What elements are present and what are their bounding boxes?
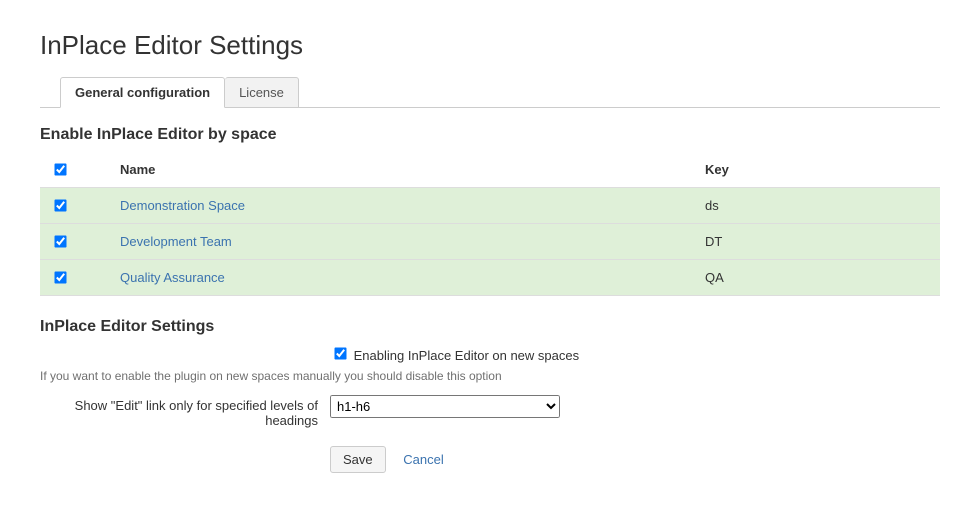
tab-license[interactable]: License — [225, 77, 299, 108]
section-heading-spaces: Enable InPlace Editor by space — [40, 126, 940, 144]
space-name[interactable]: Development Team — [110, 224, 695, 260]
space-key: ds — [695, 188, 940, 224]
column-header-name: Name — [110, 152, 695, 188]
spaces-table: Name Key Demonstration Space ds Developm… — [40, 152, 940, 296]
enable-new-spaces-label[interactable]: Enabling InPlace Editor on new spaces — [354, 348, 579, 363]
cancel-link[interactable]: Cancel — [403, 452, 443, 467]
tab-general-configuration[interactable]: General configuration — [60, 77, 225, 108]
table-row: Demonstration Space ds — [40, 188, 940, 224]
heading-levels-select[interactable]: h1-h6 — [330, 395, 560, 418]
space-checkbox[interactable] — [54, 271, 66, 283]
space-key: QA — [695, 260, 940, 296]
space-name[interactable]: Demonstration Space — [110, 188, 695, 224]
save-button[interactable]: Save — [330, 446, 386, 473]
select-all-checkbox[interactable] — [54, 163, 66, 175]
space-name[interactable]: Quality Assurance — [110, 260, 695, 296]
table-row: Quality Assurance QA — [40, 260, 940, 296]
tab-label: License — [239, 85, 284, 100]
space-key: DT — [695, 224, 940, 260]
enable-new-spaces-checkbox[interactable] — [334, 347, 346, 359]
column-header-key: Key — [695, 152, 940, 188]
space-checkbox[interactable] — [54, 235, 66, 247]
space-checkbox[interactable] — [54, 199, 66, 211]
section-heading-settings: InPlace Editor Settings — [40, 318, 940, 336]
helper-text: If you want to enable the plugin on new … — [40, 369, 940, 383]
page-title: InPlace Editor Settings — [40, 30, 940, 61]
heading-levels-label: Show "Edit" link only for specified leve… — [40, 395, 330, 428]
tab-label: General configuration — [75, 85, 210, 100]
tabs-bar: General configuration License — [40, 76, 940, 108]
table-row: Development Team DT — [40, 224, 940, 260]
